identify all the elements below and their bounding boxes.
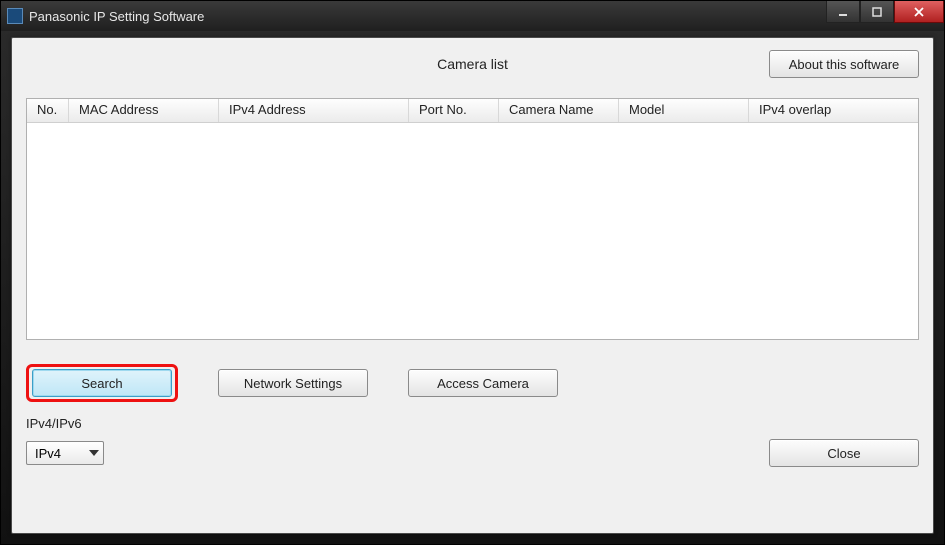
- minimize-icon: [837, 6, 849, 18]
- ip-version-value: IPv4: [35, 446, 61, 461]
- app-icon: [7, 8, 23, 24]
- close-button[interactable]: Close: [769, 439, 919, 467]
- content: Camera list About this software No.MAC A…: [26, 50, 919, 521]
- about-button[interactable]: About this software: [769, 50, 919, 78]
- ip-version-label: IPv4/IPv6: [26, 416, 919, 431]
- column-header[interactable]: IPv4 overlap: [749, 99, 897, 122]
- bottom-row: IPv4 Close: [26, 439, 919, 467]
- maximize-button[interactable]: [860, 1, 894, 23]
- close-icon: [913, 6, 925, 18]
- window-title: Panasonic IP Setting Software: [29, 9, 938, 24]
- chevron-down-icon: [89, 450, 99, 456]
- table-header: No.MAC AddressIPv4 AddressPort No.Camera…: [27, 99, 918, 123]
- action-row: Search Network Settings Access Camera: [26, 364, 919, 402]
- column-header[interactable]: No.: [27, 99, 69, 122]
- network-settings-button[interactable]: Network Settings: [218, 369, 368, 397]
- minimize-button[interactable]: [826, 1, 860, 23]
- search-button[interactable]: Search: [32, 369, 172, 397]
- search-highlight: Search: [26, 364, 178, 402]
- maximize-icon: [871, 6, 883, 18]
- app-window: Panasonic IP Setting Software Camera lis…: [0, 0, 945, 545]
- column-header[interactable]: Camera Name: [499, 99, 619, 122]
- column-header[interactable]: MAC Address: [69, 99, 219, 122]
- column-header[interactable]: Model: [619, 99, 749, 122]
- camera-table: No.MAC AddressIPv4 AddressPort No.Camera…: [26, 98, 919, 340]
- access-camera-button[interactable]: Access Camera: [408, 369, 558, 397]
- window-buttons: [826, 1, 944, 23]
- column-header[interactable]: Port No.: [409, 99, 499, 122]
- titlebar: Panasonic IP Setting Software: [1, 1, 944, 31]
- column-header[interactable]: IPv4 Address: [219, 99, 409, 122]
- top-row: Camera list About this software: [26, 50, 919, 84]
- close-window-button[interactable]: [894, 1, 944, 23]
- client-area: Camera list About this software No.MAC A…: [11, 37, 934, 534]
- ip-version-select[interactable]: IPv4: [26, 441, 104, 465]
